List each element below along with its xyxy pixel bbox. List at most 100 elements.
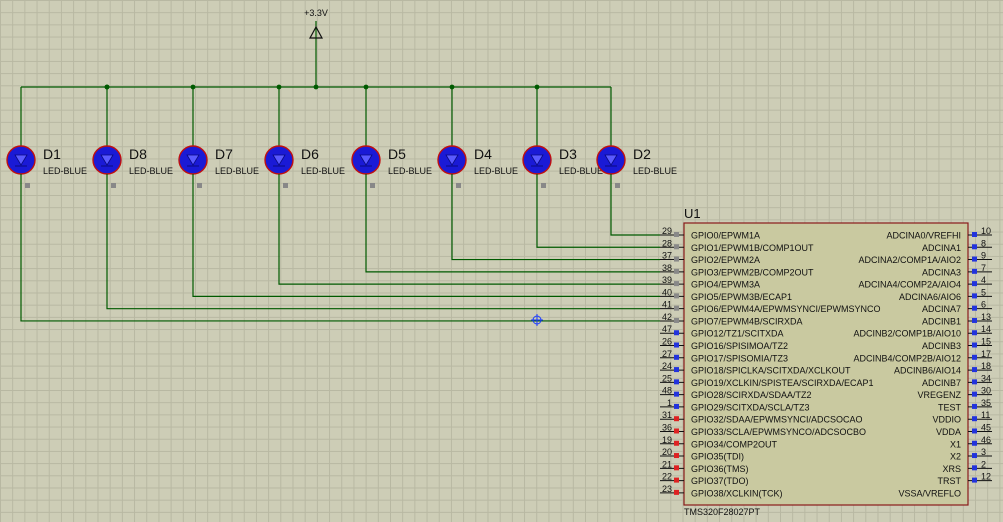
pin-marker [972, 342, 977, 348]
chip-part-number: TMS320F28027PT [684, 507, 761, 517]
pin-name: GPIO29/SCITXDA/SCLA/TZ3 [691, 402, 810, 412]
pin-marker [972, 477, 977, 483]
led-d4[interactable]: D4 LED-BLUE [437, 84, 518, 188]
pin-marker [972, 281, 977, 287]
pin-marker [674, 232, 679, 237]
pin-marker [674, 477, 679, 483]
power-terminal[interactable]: +3.3V [304, 8, 328, 86]
pin-name: ADCINB3 [922, 341, 961, 351]
junction-dot [363, 84, 369, 90]
pin-marker [674, 428, 679, 434]
pin-name: X2 [950, 452, 961, 462]
pin-marker [674, 354, 679, 360]
pin-number: 47 [662, 324, 672, 334]
pin-name: GPIO18/SPICLKA/SCITXDA/XCLKOUT [691, 366, 851, 376]
pin-number: 45 [981, 422, 991, 432]
gpio-wire [106, 174, 660, 310]
led-pin-marker [111, 183, 116, 188]
pin-name: GPIO28/SCIRXDA/SDAA/TZ2 [691, 390, 812, 400]
led-d7[interactable]: D7 LED-BLUE [178, 84, 259, 188]
led-value: LED-BLUE [633, 166, 677, 176]
gpio-wire [278, 174, 660, 285]
led-value: LED-BLUE [388, 166, 432, 176]
chip-pin-right[interactable]: VSSA/VREFLO [898, 488, 961, 498]
pin-marker [674, 330, 679, 336]
pin-number: 39 [662, 275, 672, 285]
pin-name: GPIO1/EPWM1B/COMP1OUT [691, 243, 814, 253]
pin-number: 41 [662, 300, 672, 310]
chip-ref: U1 [684, 206, 701, 221]
pin-name: ADCINB6/AIO14 [894, 366, 961, 376]
pin-marker [972, 416, 977, 422]
pin-number: 3 [981, 447, 986, 457]
pin-marker [674, 367, 679, 373]
pin-number: 1 [667, 398, 672, 408]
pin-marker [972, 305, 977, 311]
pin-name: GPIO17/SPISOMIA/TZ3 [691, 353, 788, 363]
pin-number: 10 [981, 226, 991, 236]
chip-u1[interactable]: U1 TMS320F28027PT 29 GPIO0/EPWM1A28 GPIO1/… [660, 206, 992, 517]
pin-number: 7 [981, 263, 986, 273]
pin-name: ADCINB7 [922, 378, 961, 388]
led-d6[interactable]: D6 LED-BLUE [264, 84, 345, 188]
pin-name: GPIO34/COMP2OUT [691, 439, 778, 449]
led-ref: D5 [388, 146, 406, 162]
led-ref: D6 [301, 146, 319, 162]
pin-number: 48 [662, 386, 672, 396]
pin-name: GPIO5/EPWM3B/ECAP1 [691, 292, 792, 302]
pin-number: 42 [662, 312, 672, 322]
led-d8[interactable]: D8 LED-BLUE [92, 84, 173, 188]
led-d5[interactable]: D5 LED-BLUE [351, 84, 432, 188]
led-pin-marker [197, 183, 202, 188]
pin-marker [972, 465, 977, 471]
led-ref: D7 [215, 146, 233, 162]
pin-marker [674, 268, 679, 274]
power-label: +3.3V [304, 8, 328, 18]
pin-number: 25 [662, 373, 672, 383]
pin-name: GPIO38/XCLKIN(TCK) [691, 488, 783, 498]
pin-marker [674, 293, 679, 299]
pin-marker [972, 256, 977, 262]
pin-name: ADCINB1 [922, 316, 961, 326]
schematic-canvas[interactable]: +3.3V D1 LED-BLUE D8 LED-BLUE D7 LED-BLUE D6 LE… [0, 0, 1003, 522]
led-value: LED-BLUE [474, 166, 518, 176]
pin-number: 9 [981, 251, 986, 261]
pin-number: 30 [981, 386, 991, 396]
pin-name: VREGENZ [917, 390, 961, 400]
led-pin-marker [615, 183, 620, 188]
pin-name: VSSA/VREFLO [898, 488, 961, 498]
pin-marker [972, 403, 977, 409]
pin-name: ADCINA6/AIO6 [899, 292, 961, 302]
pin-marker [972, 367, 977, 373]
schematic-drawing[interactable]: +3.3V D1 LED-BLUE D8 LED-BLUE D7 LED-BLUE D6 LE… [0, 0, 1003, 522]
pin-name: TEST [938, 402, 962, 412]
pin-name: ADCINA3 [922, 267, 961, 277]
pin-number: 27 [662, 349, 672, 359]
pin-number: 34 [981, 373, 991, 383]
pin-marker [972, 354, 977, 360]
led-d2[interactable]: D2 LED-BLUE [596, 87, 677, 188]
junction-dot [449, 84, 455, 90]
pin-name: GPIO36(TMS) [691, 464, 749, 474]
led-value: LED-BLUE [129, 166, 173, 176]
pin-name: ADCINB4/COMP2B/AIO12 [853, 353, 961, 363]
pin-marker [674, 440, 679, 446]
pin-number: 18 [981, 361, 991, 371]
led-ref: D4 [474, 146, 492, 162]
pin-marker [674, 342, 679, 348]
led-ref: D2 [633, 146, 651, 162]
pin-number: 6 [981, 300, 986, 310]
junction-dot [104, 84, 110, 90]
pin-name: ADCINB2/COMP1B/AIO10 [853, 329, 961, 339]
led-pin-marker [541, 183, 546, 188]
led-d3[interactable]: D3 LED-BLUE [522, 84, 603, 188]
led-pin-marker [456, 183, 461, 188]
pin-marker [674, 391, 679, 397]
pin-marker [674, 403, 679, 409]
led-ref: D1 [43, 146, 61, 162]
pin-name: GPIO0/EPWM1A [691, 231, 760, 241]
pin-name: GPIO6/EPWM4A/EPWMSYNCI/EPWMSYNCO [691, 304, 881, 314]
pin-name: GPIO19/XCLKIN/SPISTEA/SCIRXDA/ECAP1 [691, 378, 874, 388]
led-d1[interactable]: D1 LED-BLUE [6, 87, 87, 188]
pin-marker [674, 453, 679, 459]
